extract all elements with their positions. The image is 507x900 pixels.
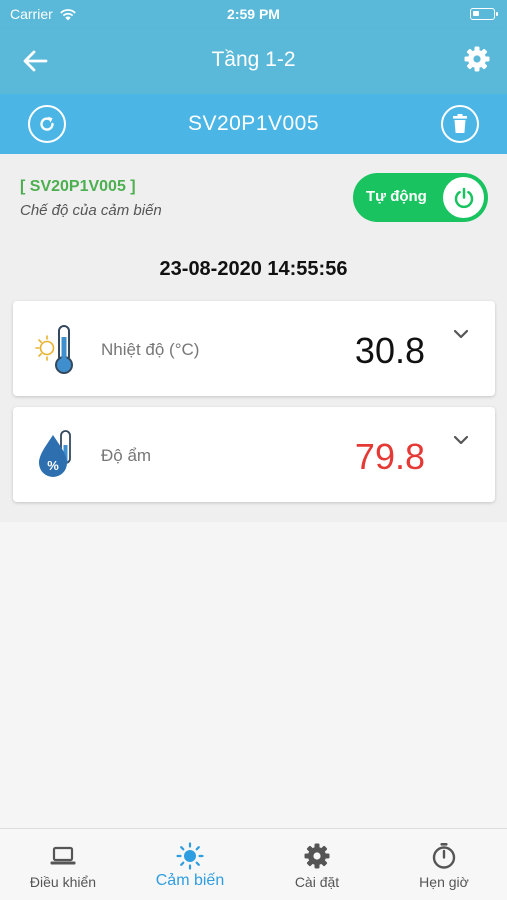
- delete-button[interactable]: [441, 105, 479, 143]
- stopwatch-icon: [432, 843, 456, 869]
- page-title: Tầng 1-2: [211, 48, 296, 71]
- settings-gear-icon[interactable]: [463, 45, 491, 73]
- chevron-down-icon[interactable]: [453, 329, 469, 339]
- tab-control[interactable]: Điều khiển: [0, 829, 126, 900]
- power-icon: [454, 187, 473, 208]
- sensor-panel: [ SV20P1V005 ] Chế độ của cảm biến Tự độ…: [0, 154, 507, 522]
- gear-icon: [304, 843, 330, 869]
- power-knob: [443, 177, 484, 218]
- trash-icon: [453, 114, 467, 133]
- chevron-down-icon[interactable]: [453, 435, 469, 445]
- auto-mode-label: Tự động: [366, 188, 427, 205]
- bottom-tab-bar: Điều khiển Cảm biến Cài đặt Hẹn giờ: [0, 828, 507, 900]
- tab-settings[interactable]: Cài đặt: [254, 829, 380, 900]
- reading-label: Độ ẩm: [101, 446, 152, 465]
- reading-timestamp: 23-08-2020 14:55:56: [159, 258, 348, 280]
- device-name: SV20P1V005: [187, 112, 320, 135]
- device-bar: SV20P1V005: [0, 94, 507, 154]
- humidity-value: 79.8: [354, 436, 425, 477]
- tab-label: Điều khiển: [29, 874, 97, 890]
- tab-label: Hẹn giờ: [419, 874, 469, 890]
- svg-text:%: %: [47, 458, 59, 473]
- temperature-card[interactable]: Nhiệt độ (°C) 30.8: [13, 301, 495, 396]
- thermometer-sun-icon: [35, 325, 73, 374]
- header-bar: Tầng 1-2: [0, 28, 507, 94]
- status-bar: Carrier 2:59 PM: [0, 0, 507, 28]
- humidity-drop-icon: %: [39, 430, 71, 477]
- temperature-value: 30.8: [354, 330, 425, 371]
- sun-icon: [176, 842, 204, 870]
- sensor-mode-caption: Chế độ của cảm biến: [20, 202, 162, 219]
- battery-icon: [470, 8, 498, 20]
- tab-sensor[interactable]: Cảm biến: [127, 829, 253, 900]
- tab-timer[interactable]: Hẹn giờ: [381, 829, 507, 900]
- laptop-icon: [50, 846, 76, 865]
- tab-label: Cảm biến: [155, 872, 225, 889]
- status-time: 2:59 PM: [227, 6, 280, 22]
- auto-mode-toggle[interactable]: Tự động: [353, 173, 488, 222]
- tab-label: Cài đặt: [294, 874, 340, 890]
- reading-label: Nhiệt độ (°C): [101, 340, 200, 359]
- sensor-code: [ SV20P1V005 ]: [20, 178, 136, 195]
- humidity-card[interactable]: % Độ ẩm 79.8: [13, 407, 495, 502]
